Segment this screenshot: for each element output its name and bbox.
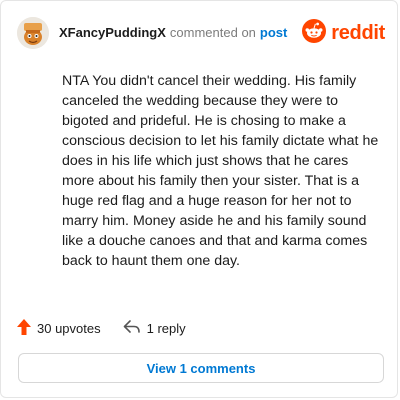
avatar[interactable] [17,17,49,49]
reddit-snoo-icon [302,18,327,48]
username[interactable]: XFancyPuddingX [59,25,166,40]
view-comments-button[interactable]: View 1 comments [18,353,384,383]
comment-header: XFancyPuddingX commented on post reddit [17,15,385,51]
upvote-count: 30 upvotes [37,320,101,336]
commented-on-text: commented on [169,25,256,40]
post-link[interactable]: post [260,25,287,40]
reddit-brand[interactable]: reddit [302,18,385,48]
comment-body: NTA You didn't cancel their wedding. His… [62,73,379,269]
comment-actions: 30 upvotes 1 reply [17,317,186,339]
upvote-button[interactable]: 30 upvotes [17,318,101,338]
upvote-arrow-icon [17,318,31,338]
reply-count: 1 reply [146,320,186,336]
comment-card: XFancyPuddingX commented on post reddit NT… [0,0,398,398]
reply-button[interactable]: 1 reply [123,319,186,337]
reply-arrow-icon [123,319,141,337]
comment-meta: XFancyPuddingX commented on post [59,25,287,40]
reddit-wordmark: reddit [331,21,385,44]
